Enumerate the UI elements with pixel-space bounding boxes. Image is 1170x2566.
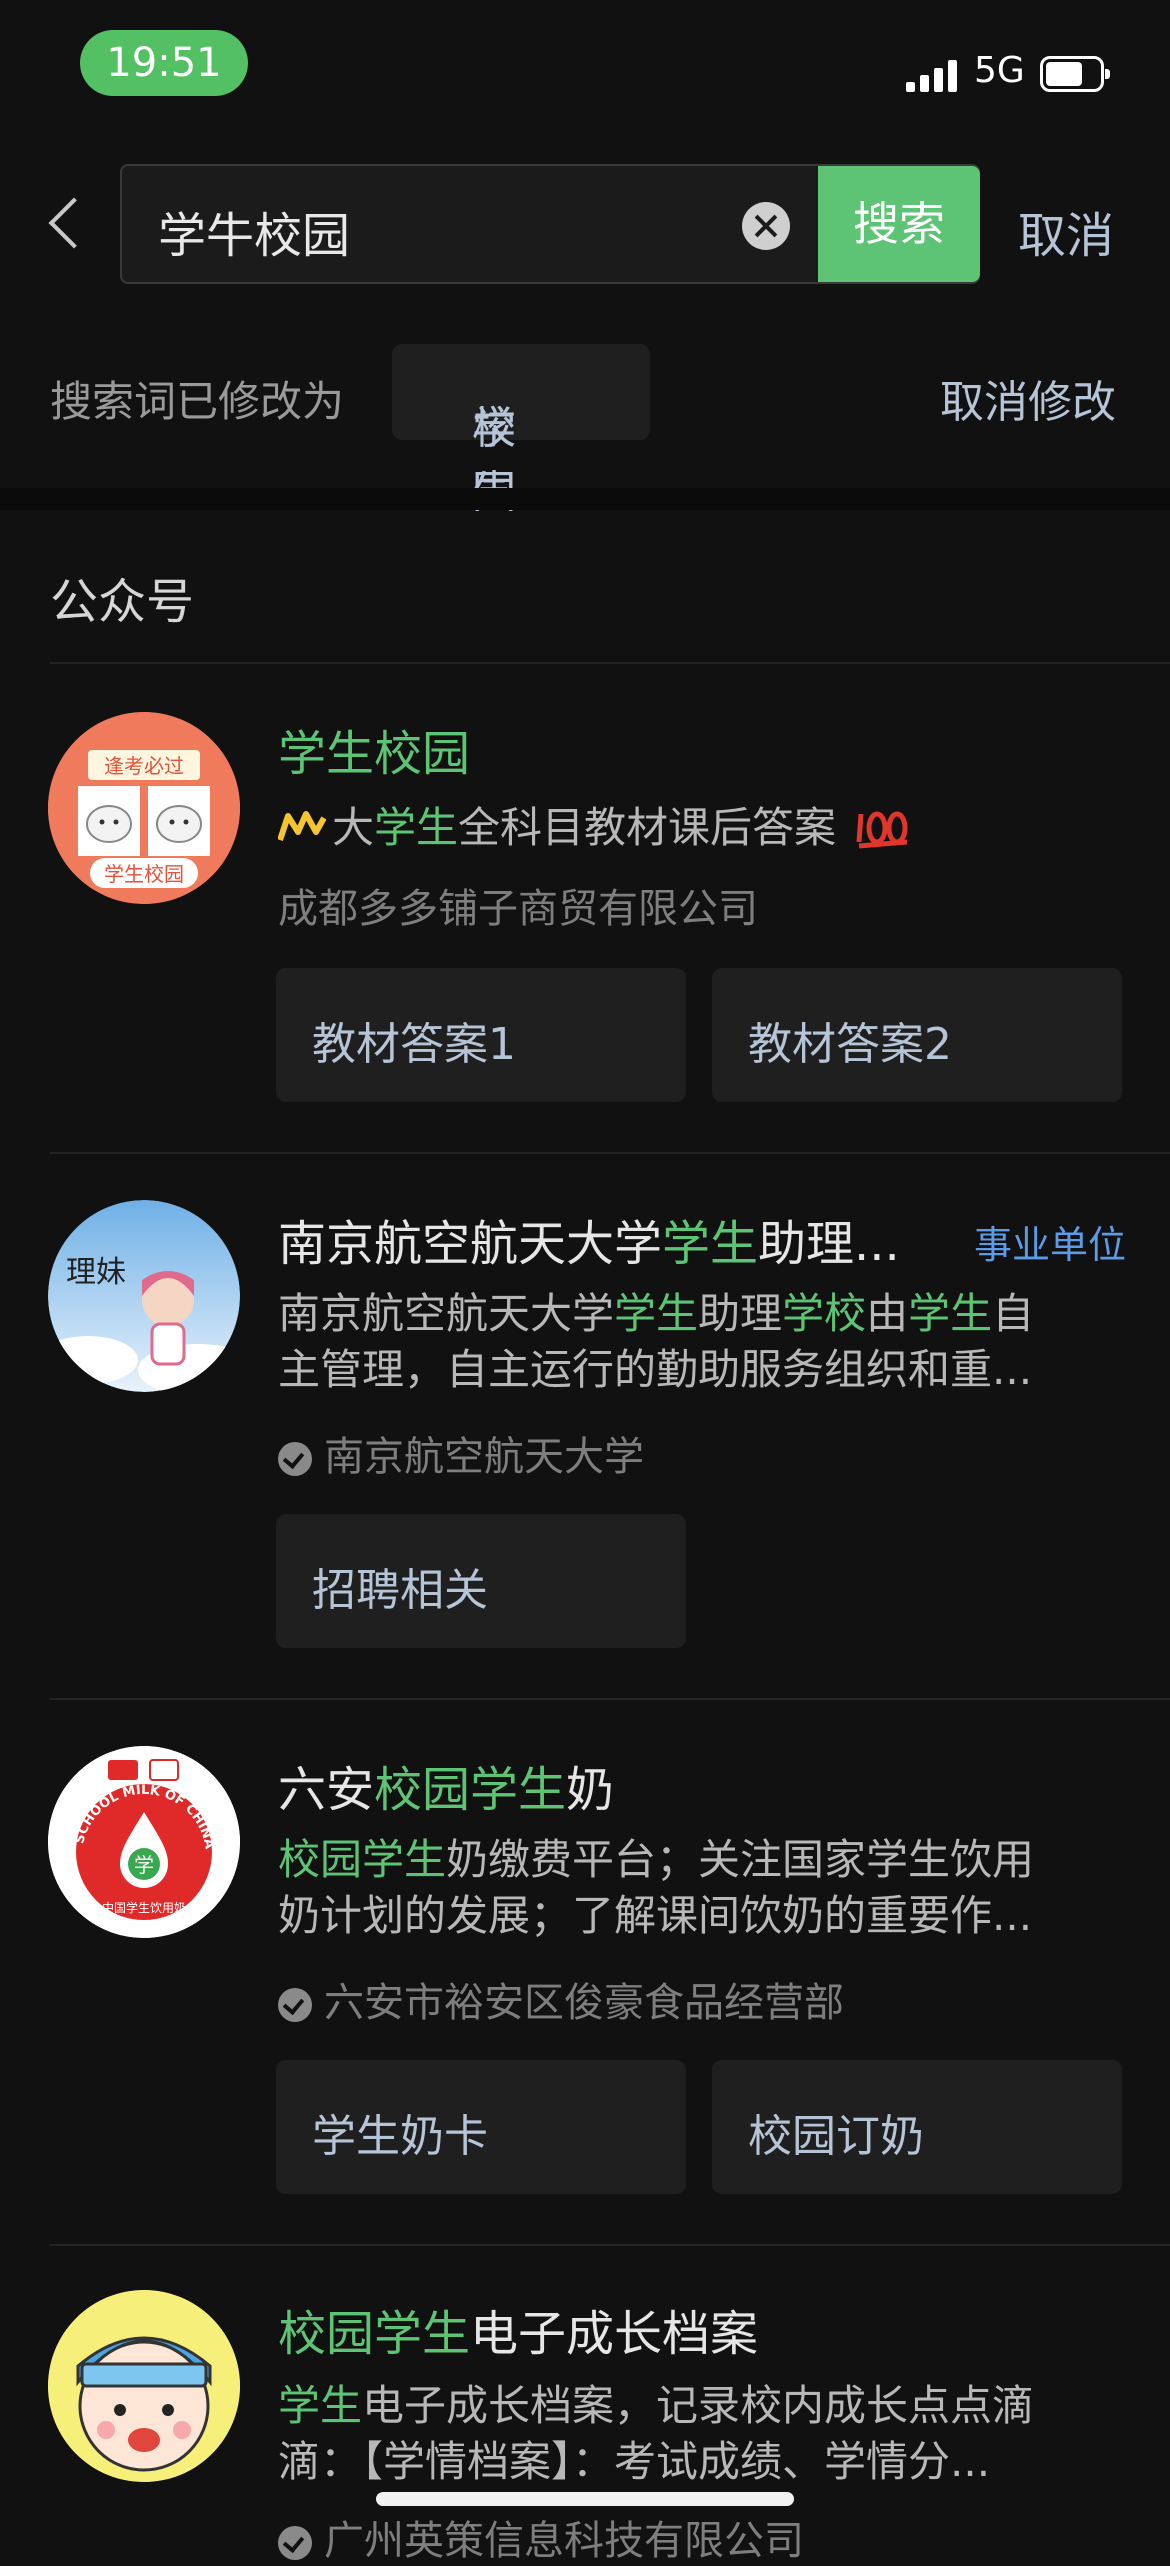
verified-icon (278, 1988, 312, 2022)
result-org: 广州英策信息科技有限公司 (278, 2508, 804, 2566)
avatar[interactable] (48, 2290, 240, 2482)
home-indicator (376, 2492, 794, 2506)
back-icon[interactable] (48, 197, 100, 249)
search-query[interactable]: 学牛校园 (158, 196, 350, 266)
status-time: 19:51 (80, 30, 248, 96)
avatar-top-text: 逢考必过 (104, 754, 184, 778)
quick-link-chip[interactable]: 教材答案2 (712, 968, 1122, 1102)
divider (50, 1698, 1170, 1700)
result-title[interactable]: 南京航空航天大学学生助理... (278, 1204, 900, 1274)
clear-icon[interactable] (742, 202, 790, 250)
result-description: 学生电子成长档案，记录校内成长点点滴 滴：【学情档案】：考试成绩、学情分... (278, 2381, 1035, 2486)
section-title: 公众号 (50, 574, 195, 630)
corrected-term-chip[interactable]: 学生校园 (392, 344, 650, 518)
network-label: 5G (974, 50, 1025, 91)
avatar-text: 理妹 (66, 1255, 126, 1290)
divider (50, 2244, 1170, 2246)
verified-icon (278, 1442, 312, 1476)
hundred-points-icon (856, 811, 908, 849)
result-org: 六安市裕安区俊豪食品经营部 (278, 1970, 844, 2028)
verified-type-badge: 事业单位 (974, 1223, 1127, 1267)
avatar-center-text: 学 (134, 1853, 154, 1877)
quick-link-chip[interactable]: 校园订奶 (712, 2060, 1122, 2194)
verified-icon (278, 2526, 312, 2560)
search-button[interactable]: 搜索 (818, 166, 980, 282)
correction-notice: 搜索词已修改为 (50, 377, 345, 426)
signal-icon (906, 60, 958, 92)
section-separator (0, 488, 1170, 510)
avatar[interactable]: 理妹 (48, 1200, 240, 1392)
quick-link-chip[interactable]: 学生奶卡 (276, 2060, 686, 2194)
result-description: 大学生全科目教材课后答案 (277, 800, 1118, 856)
result-org: 南京航空航天大学 (278, 1424, 644, 1482)
quick-link-chip[interactable]: 招聘相关 (276, 1514, 686, 1648)
result-title[interactable]: 学生校园 (278, 714, 470, 784)
divider (50, 662, 1170, 664)
result-title[interactable]: 校园学生电子成长档案 (278, 2294, 758, 2364)
result-description: 校园学生奶缴费平台；关注国家学生饮用 奶计划的发展；了解课间饮奶的重要作... (278, 1835, 1035, 1940)
avatar-text: 学生校园 (104, 862, 184, 886)
result-title[interactable]: 六安校园学生奶 (278, 1750, 614, 1820)
battery-icon (1040, 56, 1110, 92)
cancel-button[interactable]: 取消 (1018, 196, 1114, 266)
avatar[interactable]: SCHOOL MILK OF CHINA 学 中国学生饮用奶 (48, 1746, 240, 1938)
result-org: 成都多多铺子商贸有限公司 (278, 886, 758, 932)
crown-icon (277, 811, 327, 841)
result-description: 南京航空航天大学学生助理学校由学生自 主管理，自主运行的勤助服务组织和重... (278, 1289, 1035, 1394)
avatar[interactable]: 逢考必过 学生校园 (48, 712, 240, 904)
undo-correction-button[interactable]: 取消修改 (940, 366, 1116, 430)
divider (50, 1152, 1170, 1154)
avatar-bottom-text: 中国学生饮用奶 (102, 1900, 186, 1915)
quick-link-chip[interactable]: 教材答案1 (276, 968, 686, 1102)
